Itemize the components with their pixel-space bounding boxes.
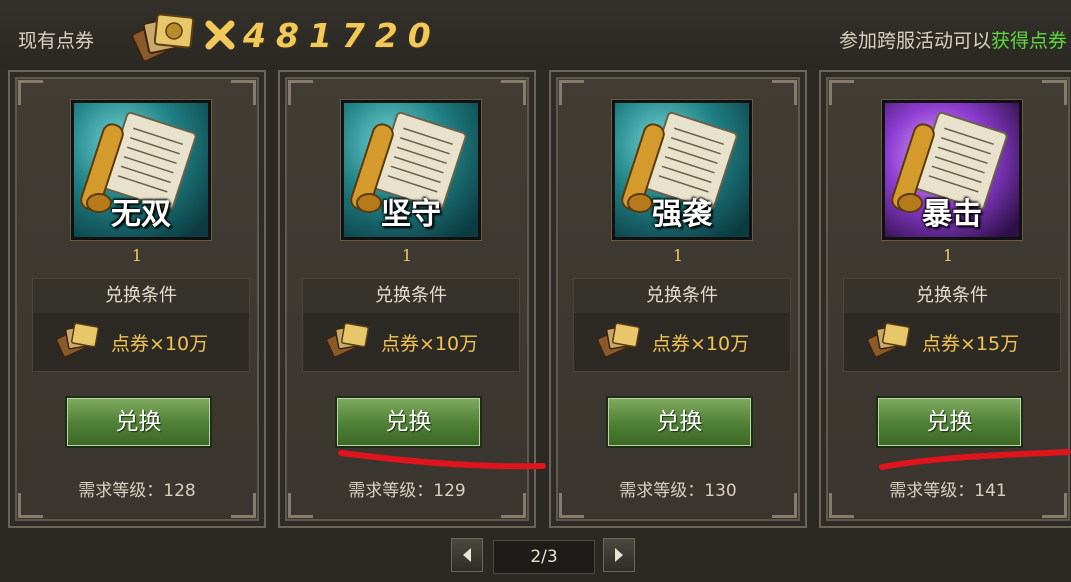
prev-page-button[interactable] [451,538,483,572]
red-underline-annotation [879,449,1071,470]
exchange-button[interactable]: 兑换 [67,398,210,446]
exchange-button[interactable]: 兑换 [337,398,480,446]
exchange-button[interactable]: 兑换 [878,398,1021,446]
exchange-card: 无双 1 兑换条件 点券×10万 兑换 需求等级：128 [8,70,266,528]
skill-book-slot[interactable]: 强袭 [611,99,753,241]
exchange-condition-box: 兑换条件 点券×10万 [302,278,520,372]
skill-book-slot[interactable]: 无双 [70,99,212,241]
arrow-right-icon [615,548,623,562]
next-page-button[interactable] [603,538,635,572]
coupon-icon [866,322,910,358]
exchange-condition-box: 兑换条件 点券×15万 [843,278,1061,372]
condition-title: 兑换条件 [33,279,249,313]
corner-ornament [772,80,797,105]
condition-title: 兑换条件 [303,279,519,313]
skill-name: 暴击 [922,197,982,232]
skill-name: 强袭 [652,197,712,232]
exchange-condition-box: 兑换条件 点券×10万 [573,278,791,372]
level-requirement: 需求等级：129 [348,481,466,501]
level-requirement: 需求等级：130 [619,481,737,501]
top-bar: 现有点券 481720 参加跨服活动可以获得点券 [0,0,1071,70]
corner-ornament [231,80,256,105]
corner-ornament [559,80,584,105]
level-requirement: 需求等级：141 [889,481,1007,501]
skill-name: 坚守 [381,197,441,232]
corner-ornament [829,80,854,105]
cost-label: 点券×10万 [111,333,209,355]
item-quantity: 1 [401,246,413,265]
hint-text: 参加跨服活动可以获得点券 [839,26,1067,53]
level-requirement: 需求等级：128 [78,481,196,501]
coupon-stack-icon [131,13,195,63]
corner-ornament [1042,80,1067,105]
cost-label: 点券×10万 [652,333,750,355]
cost-label: 点券×10万 [381,333,479,355]
coupon-count: 481720 [243,16,441,55]
condition-title: 兑换条件 [844,279,1060,313]
corner-ornament [18,80,43,105]
hint-highlight-link[interactable]: 获得点券 [991,30,1067,52]
hint-prefix: 参加跨服活动可以 [838,30,991,52]
skill-book-slot[interactable]: 暴击 [881,99,1023,241]
item-quantity: 1 [942,246,954,265]
red-underline-annotation [338,450,546,470]
coupon-label: 现有点券 [18,30,95,52]
coupon-icon [55,322,99,358]
item-quantity: 1 [672,246,684,265]
exchange-card: 强袭 1 兑换条件 点券×10万 兑换 需求等级：130 [549,70,807,528]
exchange-button[interactable]: 兑换 [608,398,751,446]
cost-label: 点券×15万 [922,333,1020,355]
page-indicator: 2/3 [493,540,595,574]
item-quantity: 1 [131,246,143,265]
condition-title: 兑换条件 [574,279,790,313]
exchange-condition-box: 兑换条件 点券×10万 [32,278,250,372]
arrow-left-icon [463,548,471,562]
multiply-icon [205,20,235,50]
corner-ornament [501,80,526,105]
coupon-icon [596,322,640,358]
coupon-icon [325,322,369,358]
skill-book-slot[interactable]: 坚守 [340,99,482,241]
corner-ornament [288,80,313,105]
skill-name: 无双 [111,197,171,232]
